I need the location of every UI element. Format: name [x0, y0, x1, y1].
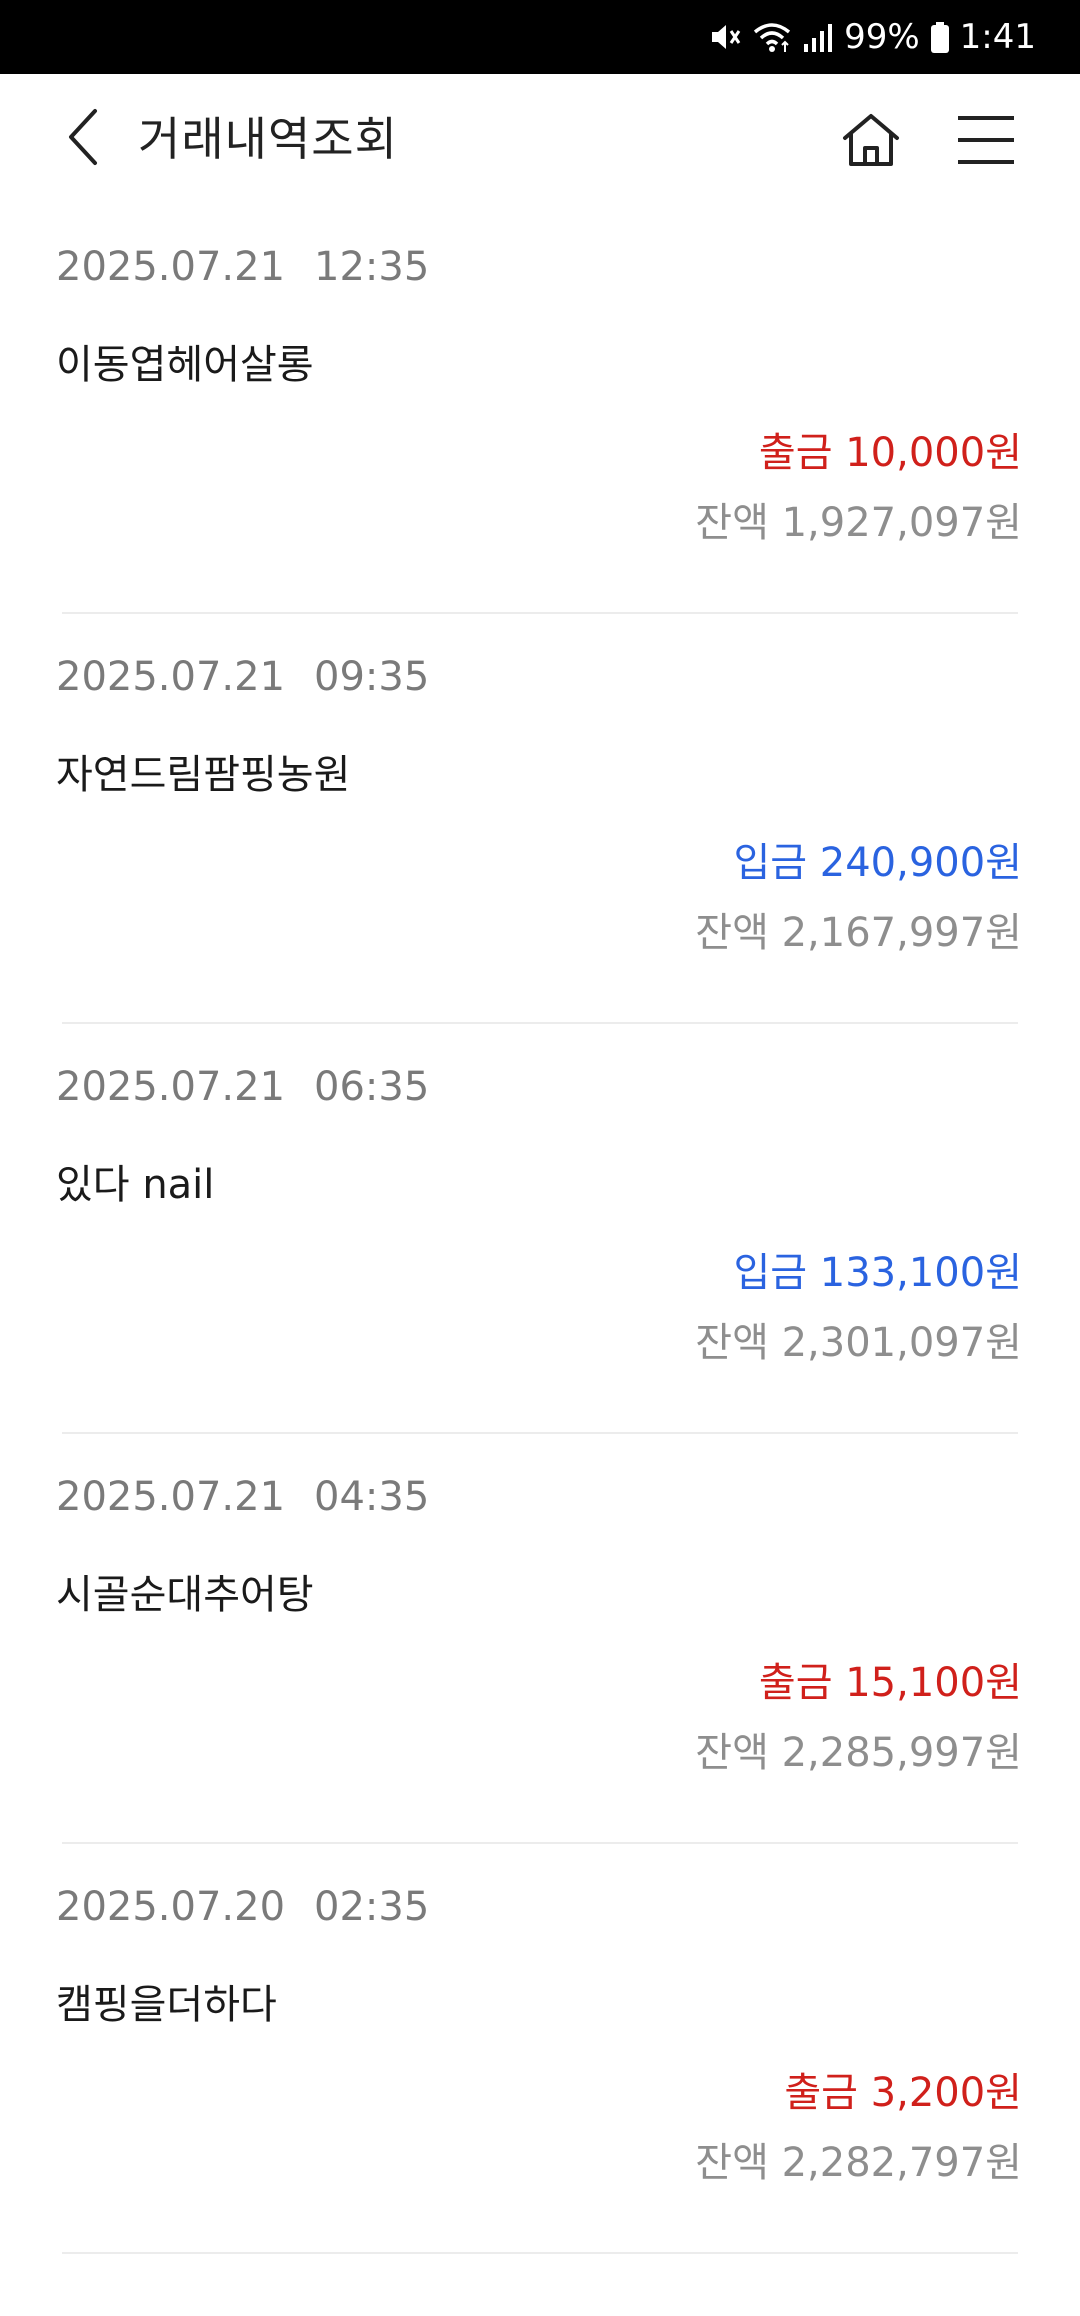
status-bar: 99% 1:41 [0, 0, 1080, 74]
app-header: 거래내역조회 [0, 74, 1080, 204]
transaction-item[interactable]: 2025.07.20 02:35 캠핑을더하다 출금 3,200원 잔액 2,2… [0, 1844, 1080, 2254]
transaction-merchant: 시골순대추어탕 [56, 1572, 314, 1618]
clock: 1:41 [959, 17, 1036, 57]
battery-icon [930, 20, 950, 54]
transaction-merchant: 캠핑을더하다 [56, 1982, 277, 2028]
page-title: 거래내역조회 [138, 112, 398, 166]
transaction-merchant: 있다 nail [56, 1162, 215, 1208]
transaction-time: 06:35 [314, 1064, 430, 1110]
signal-icon [802, 20, 834, 54]
transaction-balance: 잔액 1,927,097원 [695, 500, 1022, 546]
transaction-date: 2025.07.21 [56, 1064, 286, 1110]
divider [62, 2252, 1018, 2254]
status-icons: 99% 1:41 [708, 0, 1036, 74]
transaction-merchant: 이동엽헤어살롱 [56, 342, 314, 388]
battery-percent: 99% [844, 17, 920, 57]
transaction-balance: 잔액 2,301,097원 [695, 1320, 1022, 1366]
transaction-date: 2025.07.21 [56, 654, 286, 700]
transaction-amount: 출금 3,200원 [784, 2070, 1022, 2116]
transaction-time: 09:35 [314, 654, 430, 700]
home-button[interactable] [833, 104, 909, 180]
transaction-item[interactable]: 2025.07.21 04:35 시골순대추어탕 출금 15,100원 잔액 2… [0, 1434, 1080, 1844]
back-icon [63, 107, 103, 171]
transaction-time: 12:35 [314, 244, 430, 290]
transaction-list: 2025.07.21 12:35 이동엽헤어살롱 출금 10,000원 잔액 1… [0, 204, 1080, 2254]
transaction-item[interactable]: 2025.07.21 12:35 이동엽헤어살롱 출금 10,000원 잔액 1… [0, 204, 1080, 614]
transaction-balance: 잔액 2,285,997원 [695, 1730, 1022, 1776]
menu-button[interactable] [948, 104, 1024, 180]
transaction-date: 2025.07.21 [56, 1474, 286, 1520]
transaction-time: 02:35 [314, 1884, 430, 1930]
transaction-amount: 입금 133,100원 [733, 1250, 1022, 1296]
transaction-amount: 출금 10,000원 [758, 430, 1022, 476]
back-button[interactable] [48, 104, 118, 174]
transaction-date: 2025.07.21 [56, 244, 286, 290]
transaction-balance: 잔액 2,167,997원 [695, 910, 1022, 956]
transaction-balance: 잔액 2,282,797원 [695, 2140, 1022, 2186]
wifi-icon [752, 20, 792, 54]
transaction-item[interactable]: 2025.07.21 09:35 자연드림팜핑농원 입금 240,900원 잔액… [0, 614, 1080, 1024]
home-icon [839, 108, 903, 176]
transaction-merchant: 자연드림팜핑농원 [56, 752, 351, 798]
transaction-amount: 입금 240,900원 [733, 840, 1022, 886]
transaction-date: 2025.07.20 [56, 1884, 286, 1930]
transaction-item[interactable]: 2025.07.21 06:35 있다 nail 입금 133,100원 잔액 … [0, 1024, 1080, 1434]
transaction-amount: 출금 15,100원 [758, 1660, 1022, 1706]
mute-icon [708, 20, 742, 54]
transaction-time: 04:35 [314, 1474, 430, 1520]
menu-icon [956, 113, 1016, 171]
